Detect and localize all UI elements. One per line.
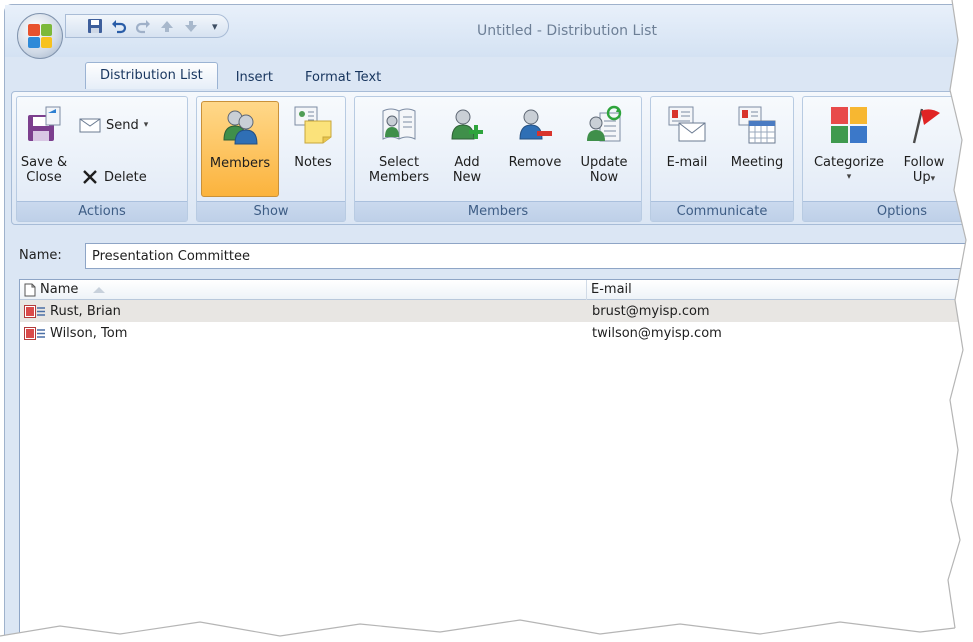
group-members: Select Members Add New Remove Update Now… — [354, 96, 642, 222]
add-new-label-1: Add — [454, 155, 480, 170]
name-field[interactable] — [85, 243, 973, 269]
group-actions: Save & Close Send ▾ Delete Actions — [16, 96, 188, 222]
group-members-label: Members — [355, 201, 641, 221]
members-view-label: Members — [209, 156, 271, 171]
group-communicate: E-mail Meeting Communicate — [650, 96, 794, 222]
select-members-icon — [382, 108, 416, 140]
members-view-button[interactable]: Members — [201, 101, 279, 197]
save-close-label-1: Save & — [20, 155, 68, 170]
office-button[interactable] — [17, 13, 63, 59]
email-button[interactable]: E-mail — [655, 101, 719, 197]
group-show-label: Show — [197, 201, 345, 221]
tab-insert[interactable]: Insert — [222, 65, 287, 89]
remove-button[interactable]: Remove — [503, 101, 567, 197]
group-show: Members Notes Show — [196, 96, 346, 222]
window-title: Untitled - Distribution List — [477, 23, 657, 39]
group-options-label: Options — [803, 201, 973, 221]
follow-up-label-2: Up▾ — [913, 170, 935, 187]
delete-label: Delete — [104, 169, 147, 185]
notes-view-button[interactable]: Notes — [285, 101, 341, 197]
row-name: Wilson, Tom — [50, 325, 128, 341]
follow-up-label-2-text: Up — [912, 170, 931, 185]
document-icon — [24, 283, 36, 297]
categorize-button[interactable]: Categorize ▾ — [807, 101, 891, 197]
row-email: twilson@myisp.com — [592, 325, 722, 341]
group-options: Categorize ▾ Follow Up▾ Options — [802, 96, 973, 222]
update-now-label-1: Update — [580, 155, 628, 170]
down-arrow-icon[interactable] — [182, 17, 200, 35]
follow-up-button[interactable]: Follow Up▾ — [895, 101, 953, 197]
send-button[interactable]: Send ▾ — [79, 113, 148, 137]
up-arrow-icon[interactable] — [158, 17, 176, 35]
column-header-name[interactable]: Name — [20, 280, 587, 300]
list-header: Name E-mail — [20, 280, 973, 300]
meeting-button[interactable]: Meeting — [723, 101, 791, 197]
update-now-icon — [587, 105, 622, 142]
list-row[interactable]: Wilson, Tom twilson@myisp.com — [20, 322, 973, 344]
send-icon — [79, 118, 101, 133]
ribbon: Save & Close Send ▾ Delete Actions Membe… — [11, 91, 973, 225]
save-close-button[interactable]: Save & Close — [19, 101, 69, 197]
add-new-label-2: New — [452, 170, 482, 185]
customize-qat-button[interactable]: ▾ — [212, 20, 218, 33]
column-header-email[interactable]: E-mail — [587, 280, 973, 300]
select-members-label-1: Select — [378, 155, 420, 170]
name-label: Name: — [19, 248, 62, 263]
title-bar: ▾ Untitled - Distribution List — [5, 5, 973, 59]
update-now-label-2: Now — [589, 170, 619, 185]
email-icon — [668, 106, 706, 142]
delete-icon — [83, 170, 97, 184]
remove-member-icon — [519, 109, 552, 140]
send-label: Send — [106, 117, 139, 133]
follow-up-label-1: Follow — [903, 155, 945, 170]
categorize-label: Categorize — [813, 155, 885, 170]
follow-up-flag-icon — [912, 108, 940, 144]
ribbon-tabs: Distribution List Insert Format Text — [85, 61, 395, 89]
email-label: E-mail — [666, 155, 708, 170]
tab-format-text[interactable]: Format Text — [291, 65, 395, 89]
members-list: Name E-mail Rust, Brian brust@myisp.com … — [19, 279, 973, 642]
tab-distribution-list[interactable]: Distribution List — [85, 62, 218, 89]
notes-icon — [294, 106, 332, 144]
row-email: brust@myisp.com — [592, 303, 710, 319]
contact-card-icon — [24, 304, 45, 318]
contact-card-icon — [24, 326, 45, 340]
row-name-cell: Wilson, Tom — [20, 326, 587, 341]
name-row: Name: — [15, 243, 973, 269]
column-name-label: Name — [40, 282, 79, 297]
notes-view-label: Notes — [294, 155, 332, 170]
select-members-label-2: Members — [368, 170, 430, 185]
send-dropdown-icon: ▾ — [143, 120, 149, 130]
office-logo-icon — [28, 24, 52, 48]
remove-label: Remove — [508, 155, 562, 170]
categorize-dropdown-icon: ▾ — [846, 172, 852, 182]
redo-icon[interactable] — [134, 17, 152, 35]
undo-icon[interactable] — [110, 17, 128, 35]
distribution-list-window: ▾ Untitled - Distribution List Distribut… — [4, 4, 973, 642]
categorize-icon — [831, 107, 867, 143]
screenshot-page: ▾ Untitled - Distribution List Distribut… — [0, 0, 973, 642]
follow-up-dropdown-icon: ▾ — [930, 174, 936, 184]
list-row[interactable]: Rust, Brian brust@myisp.com — [20, 300, 973, 322]
save-close-label-2: Close — [26, 170, 62, 185]
meeting-label: Meeting — [730, 155, 784, 170]
group-communicate-label: Communicate — [651, 201, 793, 221]
quick-access-toolbar: ▾ — [65, 14, 229, 38]
sort-ascending-icon — [93, 287, 106, 293]
add-new-icon — [451, 109, 483, 140]
meeting-icon — [738, 106, 776, 144]
update-now-button[interactable]: Update Now — [571, 101, 637, 197]
save-icon[interactable] — [86, 17, 104, 35]
row-name-cell: Rust, Brian — [20, 304, 587, 319]
row-name: Rust, Brian — [50, 303, 121, 319]
select-members-button[interactable]: Select Members — [359, 101, 439, 197]
delete-button[interactable]: Delete — [81, 165, 147, 189]
column-email-label: E-mail — [591, 282, 632, 297]
save-close-icon — [28, 106, 61, 141]
add-new-button[interactable]: Add New — [441, 101, 493, 197]
members-icon — [223, 110, 258, 145]
group-actions-label: Actions — [17, 201, 187, 221]
